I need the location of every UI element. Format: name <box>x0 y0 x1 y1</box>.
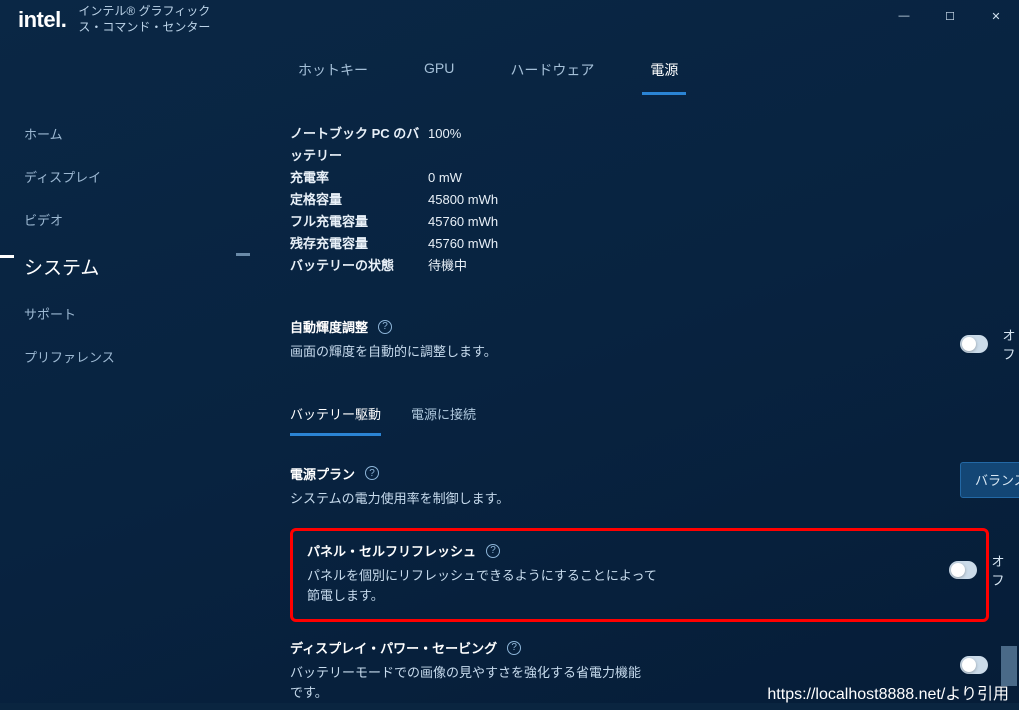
info-value: 100% <box>428 123 461 167</box>
info-value: 0 mW <box>428 167 462 189</box>
auto-brightness-desc: 画面の輝度を自動的に調整します。 <box>290 342 650 362</box>
display-saving-title: ディスプレイ・パワー・セービング <box>290 638 497 657</box>
battery-info: ノートブック PC のバッテリー100% 充電率0 mW 定格容量45800 m… <box>290 123 989 277</box>
display-saving-desc: バッテリーモードでの画像の見やすさを強化する省電力機能です。 <box>290 663 650 702</box>
sidebar-item-home[interactable]: ホーム <box>0 112 250 155</box>
tab-gpu[interactable]: GPU <box>416 50 462 95</box>
info-label: フル充電容量 <box>290 211 428 233</box>
minimize-button[interactable]: — <box>881 0 927 32</box>
info-value: 45760 mWh <box>428 211 498 233</box>
close-button[interactable]: ✕ <box>973 0 1019 32</box>
maximize-button[interactable]: ☐ <box>927 0 973 32</box>
sidebar-item-preferences[interactable]: プリファレンス <box>0 335 250 378</box>
info-label: バッテリーの状態 <box>290 255 428 277</box>
help-icon[interactable]: ? <box>486 544 500 558</box>
tab-hotkey[interactable]: ホットキー <box>290 50 376 95</box>
auto-brightness-title: 自動輝度調整 <box>290 317 368 336</box>
info-value: 45800 mWh <box>428 189 498 211</box>
info-label: 残存充電容量 <box>290 233 428 255</box>
help-icon[interactable]: ? <box>507 641 521 655</box>
intel-logo: intel. <box>0 7 72 33</box>
power-plan-title: 電源プラン <box>290 464 355 483</box>
help-icon[interactable]: ? <box>365 466 379 480</box>
panel-refresh-highlight: パネル・セルフリフレッシュ ? パネルを個別にリフレッシュできるようにすることに… <box>290 528 989 622</box>
info-label: 定格容量 <box>290 189 428 211</box>
panel-refresh-desc: パネルを個別にリフレッシュできるようにすることによって節電します。 <box>307 566 667 605</box>
info-value: 待機中 <box>428 255 467 277</box>
subtab-battery[interactable]: バッテリー駆動 <box>290 398 381 436</box>
auto-brightness-toggle[interactable] <box>960 335 988 353</box>
subtab-plugged[interactable]: 電源に接続 <box>411 398 476 436</box>
sidebar-item-video[interactable]: ビデオ <box>0 198 250 241</box>
sidebar: ホーム ディスプレイ ビデオ システム サポート プリファレンス <box>0 40 250 703</box>
sidebar-item-display[interactable]: ディスプレイ <box>0 155 250 198</box>
panel-refresh-title: パネル・セルフリフレッシュ <box>307 541 476 560</box>
tab-power[interactable]: 電源 <box>642 50 686 95</box>
toggle-state: オフ <box>1002 325 1019 363</box>
sidebar-item-system[interactable]: システム <box>0 241 250 292</box>
info-label: 充電率 <box>290 167 428 189</box>
info-value: 45760 mWh <box>428 233 498 255</box>
panel-refresh-toggle[interactable] <box>949 561 977 579</box>
power-plan-desc: システムの電力使用率を制御します。 <box>290 489 650 509</box>
tab-hardware[interactable]: ハードウェア <box>502 50 602 95</box>
app-title: インテル® グラフィックス・コマンド・センター <box>72 4 227 35</box>
display-saving-toggle[interactable] <box>960 656 988 674</box>
attribution-text: https://localhost8888.net/より引用 <box>767 680 1009 704</box>
toggle-state: オフ <box>991 551 1012 589</box>
dropdown-value: バランスモード <box>975 470 1019 489</box>
info-label: ノートブック PC のバッテリー <box>290 123 428 167</box>
power-plan-dropdown[interactable]: バランスモード <box>960 462 1019 498</box>
help-icon[interactable]: ? <box>378 320 392 334</box>
sidebar-item-support[interactable]: サポート <box>0 292 250 335</box>
